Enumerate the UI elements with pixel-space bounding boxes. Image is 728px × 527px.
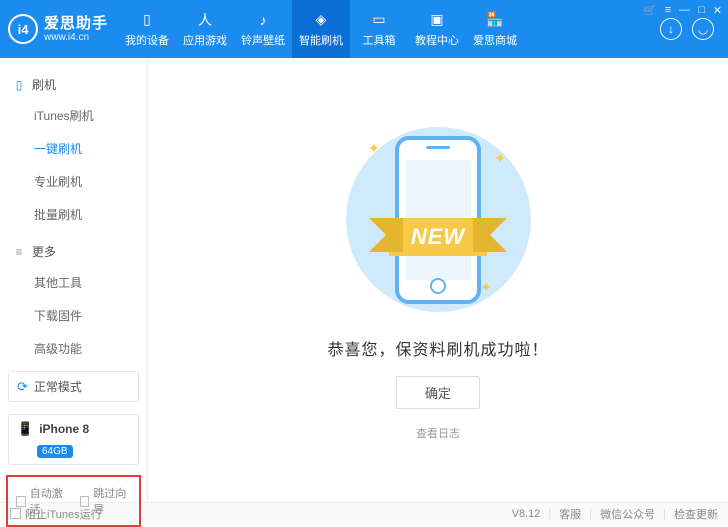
device-icon: ▯ [12,78,26,92]
sidebar-item-other-tools[interactable]: 其他工具 [0,266,147,299]
mode-box[interactable]: ⟳ 正常模式 [8,371,139,402]
brand: i4 爱思助手 www.i4.cn [0,0,118,58]
sidebar-item-download-fw[interactable]: 下载固件 [0,299,147,332]
maximize-icon[interactable]: □ [698,4,705,17]
update-link[interactable]: 检查更新 [674,506,718,522]
nav-tutorial[interactable]: ▣ 教程中心 [408,0,466,58]
nav-shop[interactable]: 🏪 爱思商城 [466,0,524,58]
user-icon[interactable]: ◡ [692,18,714,40]
phone-icon: 📱 [17,421,33,437]
nav-my-device[interactable]: ▯ 我的设备 [118,0,176,58]
toolbox-icon: ▭ [370,11,388,29]
mode-label: 正常模式 [34,378,82,395]
sidebar-item-batch-flash[interactable]: 批量刷机 [0,198,147,231]
device-box[interactable]: 📱 iPhone 8 64GB [8,414,139,465]
window-controls: 🛒 ≡ — □ ✕ [643,4,722,17]
success-message: 恭喜您，保资料刷机成功啦！ [327,336,548,360]
app-header: i4 爱思助手 www.i4.cn ▯ 我的设备 人 应用游戏 ♪ 铃声壁纸 ◈… [0,0,728,58]
nav-label: 教程中心 [415,32,459,48]
checkbox-icon [10,508,21,519]
apps-icon: 人 [196,11,214,29]
brand-url: www.i4.cn [44,32,108,44]
nav-label: 工具箱 [363,32,396,48]
new-ribbon: NEW [389,218,487,256]
brand-name: 爱思助手 [44,15,108,32]
tutorial-icon: ▣ [428,11,446,29]
nav-label: 智能刷机 [299,32,343,48]
main-content: ✦ ✦ ✦ NEW 恭喜您，保资料刷机成功啦！ 确定 查看日志 [148,58,728,502]
sparkle-icon: ✦ [494,150,506,167]
view-log-link[interactable]: 查看日志 [416,425,460,441]
ok-button[interactable]: 确定 [396,376,480,409]
sparkle-icon: ✦ [480,279,492,296]
close-icon[interactable]: ✕ [713,4,722,17]
version-label: V8.12 [512,508,541,520]
nav-apps[interactable]: 人 应用游戏 [176,0,234,58]
shop-icon: 🏪 [486,11,504,29]
minimize-icon[interactable]: — [679,4,690,17]
nav-label: 铃声壁纸 [241,32,285,48]
wechat-link[interactable]: 微信公众号 [600,506,655,522]
logo-icon: i4 [8,14,38,44]
ringtone-icon: ♪ [254,11,272,29]
sidebar-item-advanced[interactable]: 高级功能 [0,332,147,365]
download-icon[interactable]: ↓ [660,18,682,40]
block-itunes-checkbox[interactable]: 阻止iTunes运行 [10,506,102,522]
nav-toolbox[interactable]: ▭ 工具箱 [350,0,408,58]
sidebar-item-oneclick-flash[interactable]: 一键刷机 [0,132,147,165]
device-name: iPhone 8 [39,422,130,436]
nav-label: 应用游戏 [183,32,227,48]
cart-icon[interactable]: 🛒 [643,4,657,17]
top-nav: ▯ 我的设备 人 应用游戏 ♪ 铃声壁纸 ◈ 智能刷机 ▭ 工具箱 ▣ 教程中心… [118,0,646,58]
phone-icon: ▯ [138,11,156,29]
nav-label: 我的设备 [125,32,169,48]
support-link[interactable]: 客服 [559,506,581,522]
nav-ringtone[interactable]: ♪ 铃声壁纸 [234,0,292,58]
storage-badge: 64GB [37,445,73,458]
success-illustration: ✦ ✦ ✦ NEW [328,120,548,320]
nav-flash[interactable]: ◈ 智能刷机 [292,0,350,58]
menu-icon[interactable]: ≡ [665,4,671,17]
nav-label: 爱思商城 [473,32,517,48]
refresh-icon: ⟳ [17,379,28,395]
sidebar-section-title: 刷机 [32,76,56,93]
sidebar-item-pro-flash[interactable]: 专业刷机 [0,165,147,198]
sidebar-section-title: 更多 [32,243,56,260]
checkbox-label: 阻止iTunes运行 [25,506,102,522]
flash-icon: ◈ [312,11,330,29]
sidebar: ▯ 刷机 iTunes刷机 一键刷机 专业刷机 批量刷机 ≡ 更多 其他工具 下… [0,58,148,502]
sidebar-item-itunes-flash[interactable]: iTunes刷机 [0,99,147,132]
sparkle-icon: ✦ [368,140,380,157]
more-icon: ≡ [12,245,26,259]
sidebar-section-more[interactable]: ≡ 更多 [0,239,147,266]
sidebar-section-flash[interactable]: ▯ 刷机 [0,72,147,99]
